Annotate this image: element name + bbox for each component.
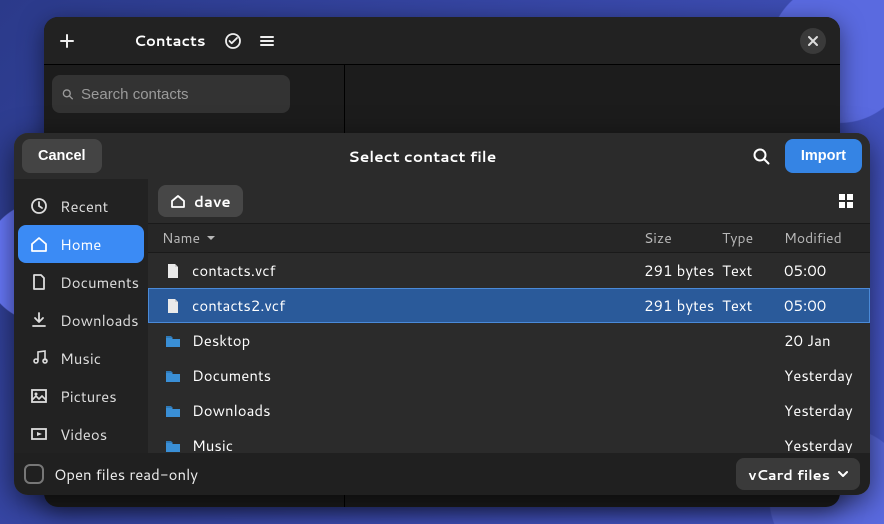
place-downloads[interactable]: Downloads [18, 301, 144, 339]
hamburger-icon [259, 33, 275, 49]
file-modified: Yesterday [784, 400, 858, 421]
folder-icon [162, 368, 184, 384]
place-videos[interactable]: Videos [18, 415, 144, 453]
home-icon [30, 235, 48, 253]
window-close-button[interactable] [800, 28, 826, 54]
import-button[interactable]: Import [785, 139, 862, 173]
plus-icon [59, 33, 75, 49]
folder-icon [162, 333, 184, 349]
file-size: 291 bytes [644, 295, 722, 316]
cancel-button[interactable]: Cancel [22, 139, 102, 173]
file-filter-label: vCard files [748, 464, 830, 485]
check-circle-icon [224, 32, 242, 50]
file-icon [162, 298, 184, 314]
file-type: Text [722, 260, 784, 281]
place-label: Home [60, 234, 101, 255]
sort-desc-icon [206, 233, 216, 243]
downloads-icon [30, 311, 48, 329]
select-mode-button[interactable] [216, 24, 250, 58]
file-modified: 20 Jan [784, 330, 858, 351]
place-home[interactable]: Home [18, 225, 144, 263]
file-name: Downloads [192, 400, 644, 421]
file-name: Documents [192, 365, 644, 386]
readonly-label: Open files read-only [54, 464, 726, 485]
search-icon [62, 86, 73, 102]
file-name: contacts2.vcf [192, 295, 644, 316]
file-row[interactable]: contacts2.vcf291 bytesText05:00 [148, 288, 870, 323]
contacts-sidebar [44, 65, 298, 123]
music-icon [30, 349, 48, 367]
files-pane: dave Name Size Type Modified contacts.vc… [148, 179, 870, 453]
readonly-checkbox[interactable] [24, 464, 44, 484]
file-modified: Yesterday [784, 365, 858, 386]
grid-view-button[interactable] [832, 187, 860, 215]
file-name: Desktop [192, 330, 644, 351]
menu-button[interactable] [250, 24, 284, 58]
column-name[interactable]: Name [162, 228, 644, 248]
column-headers: Name Size Type Modified [148, 223, 870, 253]
search-input[interactable] [81, 86, 280, 103]
place-pictures[interactable]: Pictures [18, 377, 144, 415]
place-label: Documents [60, 272, 139, 293]
search-icon [752, 147, 770, 165]
home-icon [170, 193, 186, 209]
place-label: Downloads [60, 310, 139, 331]
new-contact-button[interactable] [50, 24, 84, 58]
file-name: Music [192, 435, 644, 453]
file-icon [162, 263, 184, 279]
chevron-down-icon [838, 469, 848, 479]
column-modified[interactable]: Modified [784, 228, 858, 248]
pictures-icon [30, 387, 48, 405]
documents-icon [30, 273, 48, 291]
place-label: Recent [60, 196, 108, 217]
place-music[interactable]: Music [18, 339, 144, 377]
search-button[interactable] [743, 139, 779, 173]
file-list[interactable]: contacts.vcf291 bytesText05:00contacts2.… [148, 253, 870, 453]
breadcrumb-label: dave [194, 191, 231, 212]
app-title: Contacts [134, 30, 206, 51]
folder-icon [162, 403, 184, 419]
file-row[interactable]: Downloads Yesterday [148, 393, 870, 428]
file-modified: Yesterday [784, 435, 858, 453]
folder-icon [162, 438, 184, 454]
search-field[interactable] [52, 75, 290, 113]
dialog-header: Cancel Select contact file Import [14, 133, 870, 179]
place-label: Pictures [60, 386, 117, 407]
breadcrumb-home[interactable]: dave [158, 185, 243, 217]
recent-icon [30, 197, 48, 215]
contacts-header: Contacts [44, 17, 840, 65]
file-size: 291 bytes [644, 260, 722, 281]
place-recent[interactable]: Recent [18, 187, 144, 225]
videos-icon [30, 425, 48, 443]
pathbar: dave [148, 179, 870, 223]
file-filter-dropdown[interactable]: vCard files [736, 458, 860, 490]
dialog-footer: Open files read-only vCard files [14, 453, 870, 495]
file-modified: 05:00 [784, 295, 858, 316]
dialog-title: Select contact file [102, 145, 743, 167]
grid-icon [838, 193, 854, 209]
file-row[interactable]: Desktop 20 Jan [148, 323, 870, 358]
close-icon [807, 35, 819, 47]
place-label: Videos [60, 424, 107, 445]
column-size[interactable]: Size [644, 228, 722, 248]
file-modified: 05:00 [784, 260, 858, 281]
places-sidebar: Recent Home Documents Downloads Music Picture… [14, 179, 148, 453]
column-type[interactable]: Type [722, 228, 784, 248]
place-label: Music [60, 348, 101, 369]
file-row[interactable]: Music Yesterday [148, 428, 870, 453]
place-documents[interactable]: Documents [18, 263, 144, 301]
file-type: Text [722, 295, 784, 316]
file-name: contacts.vcf [192, 260, 644, 281]
file-row[interactable]: Documents Yesterday [148, 358, 870, 393]
file-chooser-dialog: Cancel Select contact file Import Recent… [14, 133, 870, 495]
file-row[interactable]: contacts.vcf291 bytesText05:00 [148, 253, 870, 288]
